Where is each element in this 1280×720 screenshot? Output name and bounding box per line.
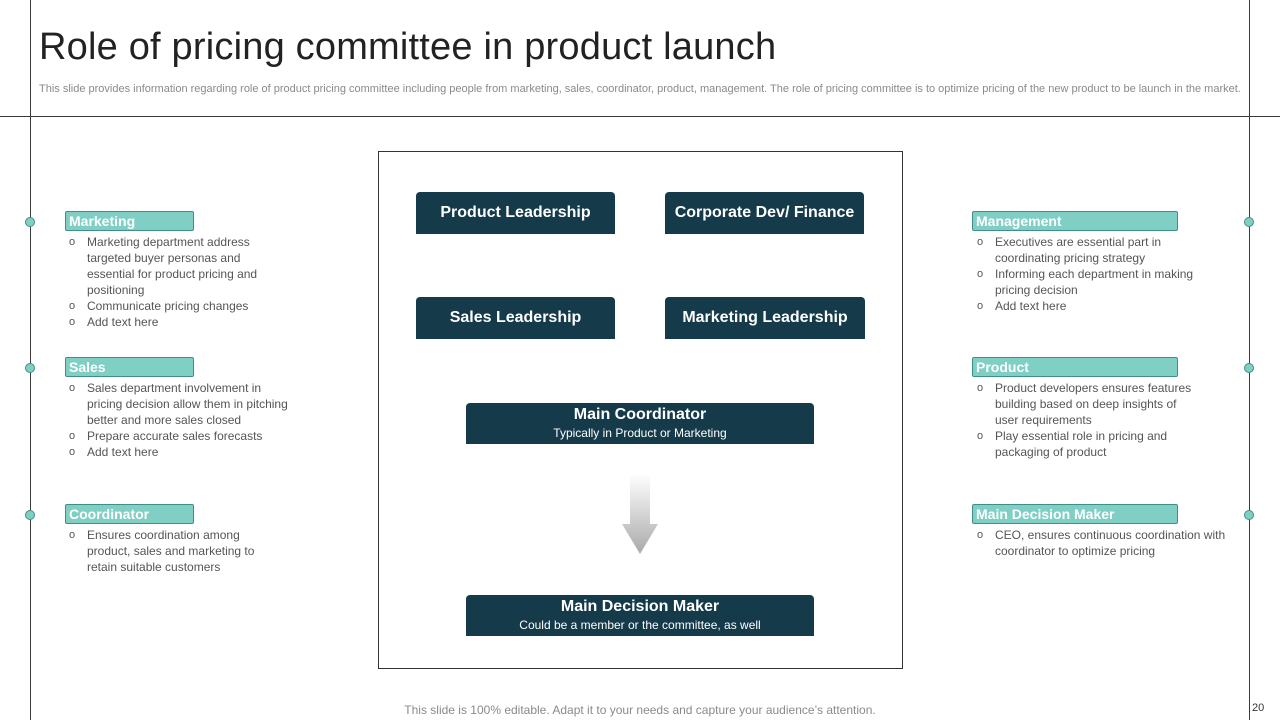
right-frame-line [1249, 0, 1250, 720]
slide-title: Role of pricing committee in product lau… [39, 26, 777, 68]
list-item: Add text here [66, 444, 291, 460]
left-frame-line [30, 0, 31, 720]
main-coordinator-subtitle: Typically in Product or Marketing [553, 426, 727, 440]
left-dot-coordinator [25, 510, 35, 520]
list-item: Executives are essential part in coordin… [974, 234, 1194, 266]
list-item: Add text here [974, 298, 1194, 314]
down-arrow-icon [622, 474, 658, 554]
marketing-leadership-block: Marketing Leadership [665, 297, 865, 339]
product-list: Product developers ensures features buil… [974, 380, 1196, 460]
list-item: Informing each department in making pric… [974, 266, 1194, 298]
marketing-list: Marketing department address targeted bu… [66, 234, 281, 330]
main-decision-maker-title: Main Decision Maker [560, 598, 720, 615]
left-dot-marketing [25, 217, 35, 227]
decision-maker-list: CEO, ensures continuous coordination wit… [974, 527, 1236, 559]
corporate-dev-finance-label: Corporate Dev/ Finance [674, 204, 855, 221]
coordinator-label: Coordinator [65, 504, 194, 524]
sales-label: Sales [65, 357, 194, 377]
list-item: Communicate pricing changes [66, 298, 281, 314]
list-item: Play essential role in pricing and packa… [974, 428, 1196, 460]
sales-leadership-label: Sales Leadership [449, 309, 582, 326]
right-dot-management [1244, 217, 1254, 227]
list-item: Product developers ensures features buil… [974, 380, 1196, 428]
management-list: Executives are essential part in coordin… [974, 234, 1194, 314]
right-dot-decision-maker [1244, 510, 1254, 520]
corporate-dev-finance-block: Corporate Dev/ Finance [665, 192, 864, 234]
list-item: CEO, ensures continuous coordination wit… [974, 527, 1236, 559]
slide-subtitle: This slide provides information regardin… [39, 83, 1241, 95]
sales-list: Sales department involvement in pricing … [66, 380, 291, 460]
right-dot-product [1244, 363, 1254, 373]
marketing-leadership-label: Marketing Leadership [682, 309, 848, 326]
coordinator-list: Ensures coordination among product, sale… [66, 527, 281, 575]
list-item: Sales department involvement in pricing … [66, 380, 291, 428]
list-item: Prepare accurate sales forecasts [66, 428, 291, 444]
list-item: Marketing department address targeted bu… [66, 234, 281, 298]
slide-footer: This slide is 100% editable. Adapt it to… [404, 703, 876, 717]
marketing-label: Marketing [65, 211, 194, 231]
decision-maker-label: Main Decision Maker [972, 504, 1178, 524]
left-dot-sales [25, 363, 35, 373]
product-leadership-label: Product Leadership [440, 204, 591, 221]
product-leadership-block: Product Leadership [416, 192, 615, 234]
header-divider [0, 116, 1280, 117]
sales-leadership-block: Sales Leadership [416, 297, 615, 339]
list-item: Ensures coordination among product, sale… [66, 527, 281, 575]
management-label: Management [972, 211, 1178, 231]
main-coordinator-title: Main Coordinator [573, 406, 707, 423]
page-number: 20 [1252, 702, 1265, 714]
main-coordinator-block: Main Coordinator Typically in Product or… [466, 403, 814, 444]
product-label: Product [972, 357, 1178, 377]
main-decision-maker-block: Main Decision Maker Could be a member or… [466, 595, 814, 636]
list-item: Add text here [66, 314, 281, 330]
main-decision-maker-subtitle: Could be a member or the committee, as w… [519, 618, 761, 632]
